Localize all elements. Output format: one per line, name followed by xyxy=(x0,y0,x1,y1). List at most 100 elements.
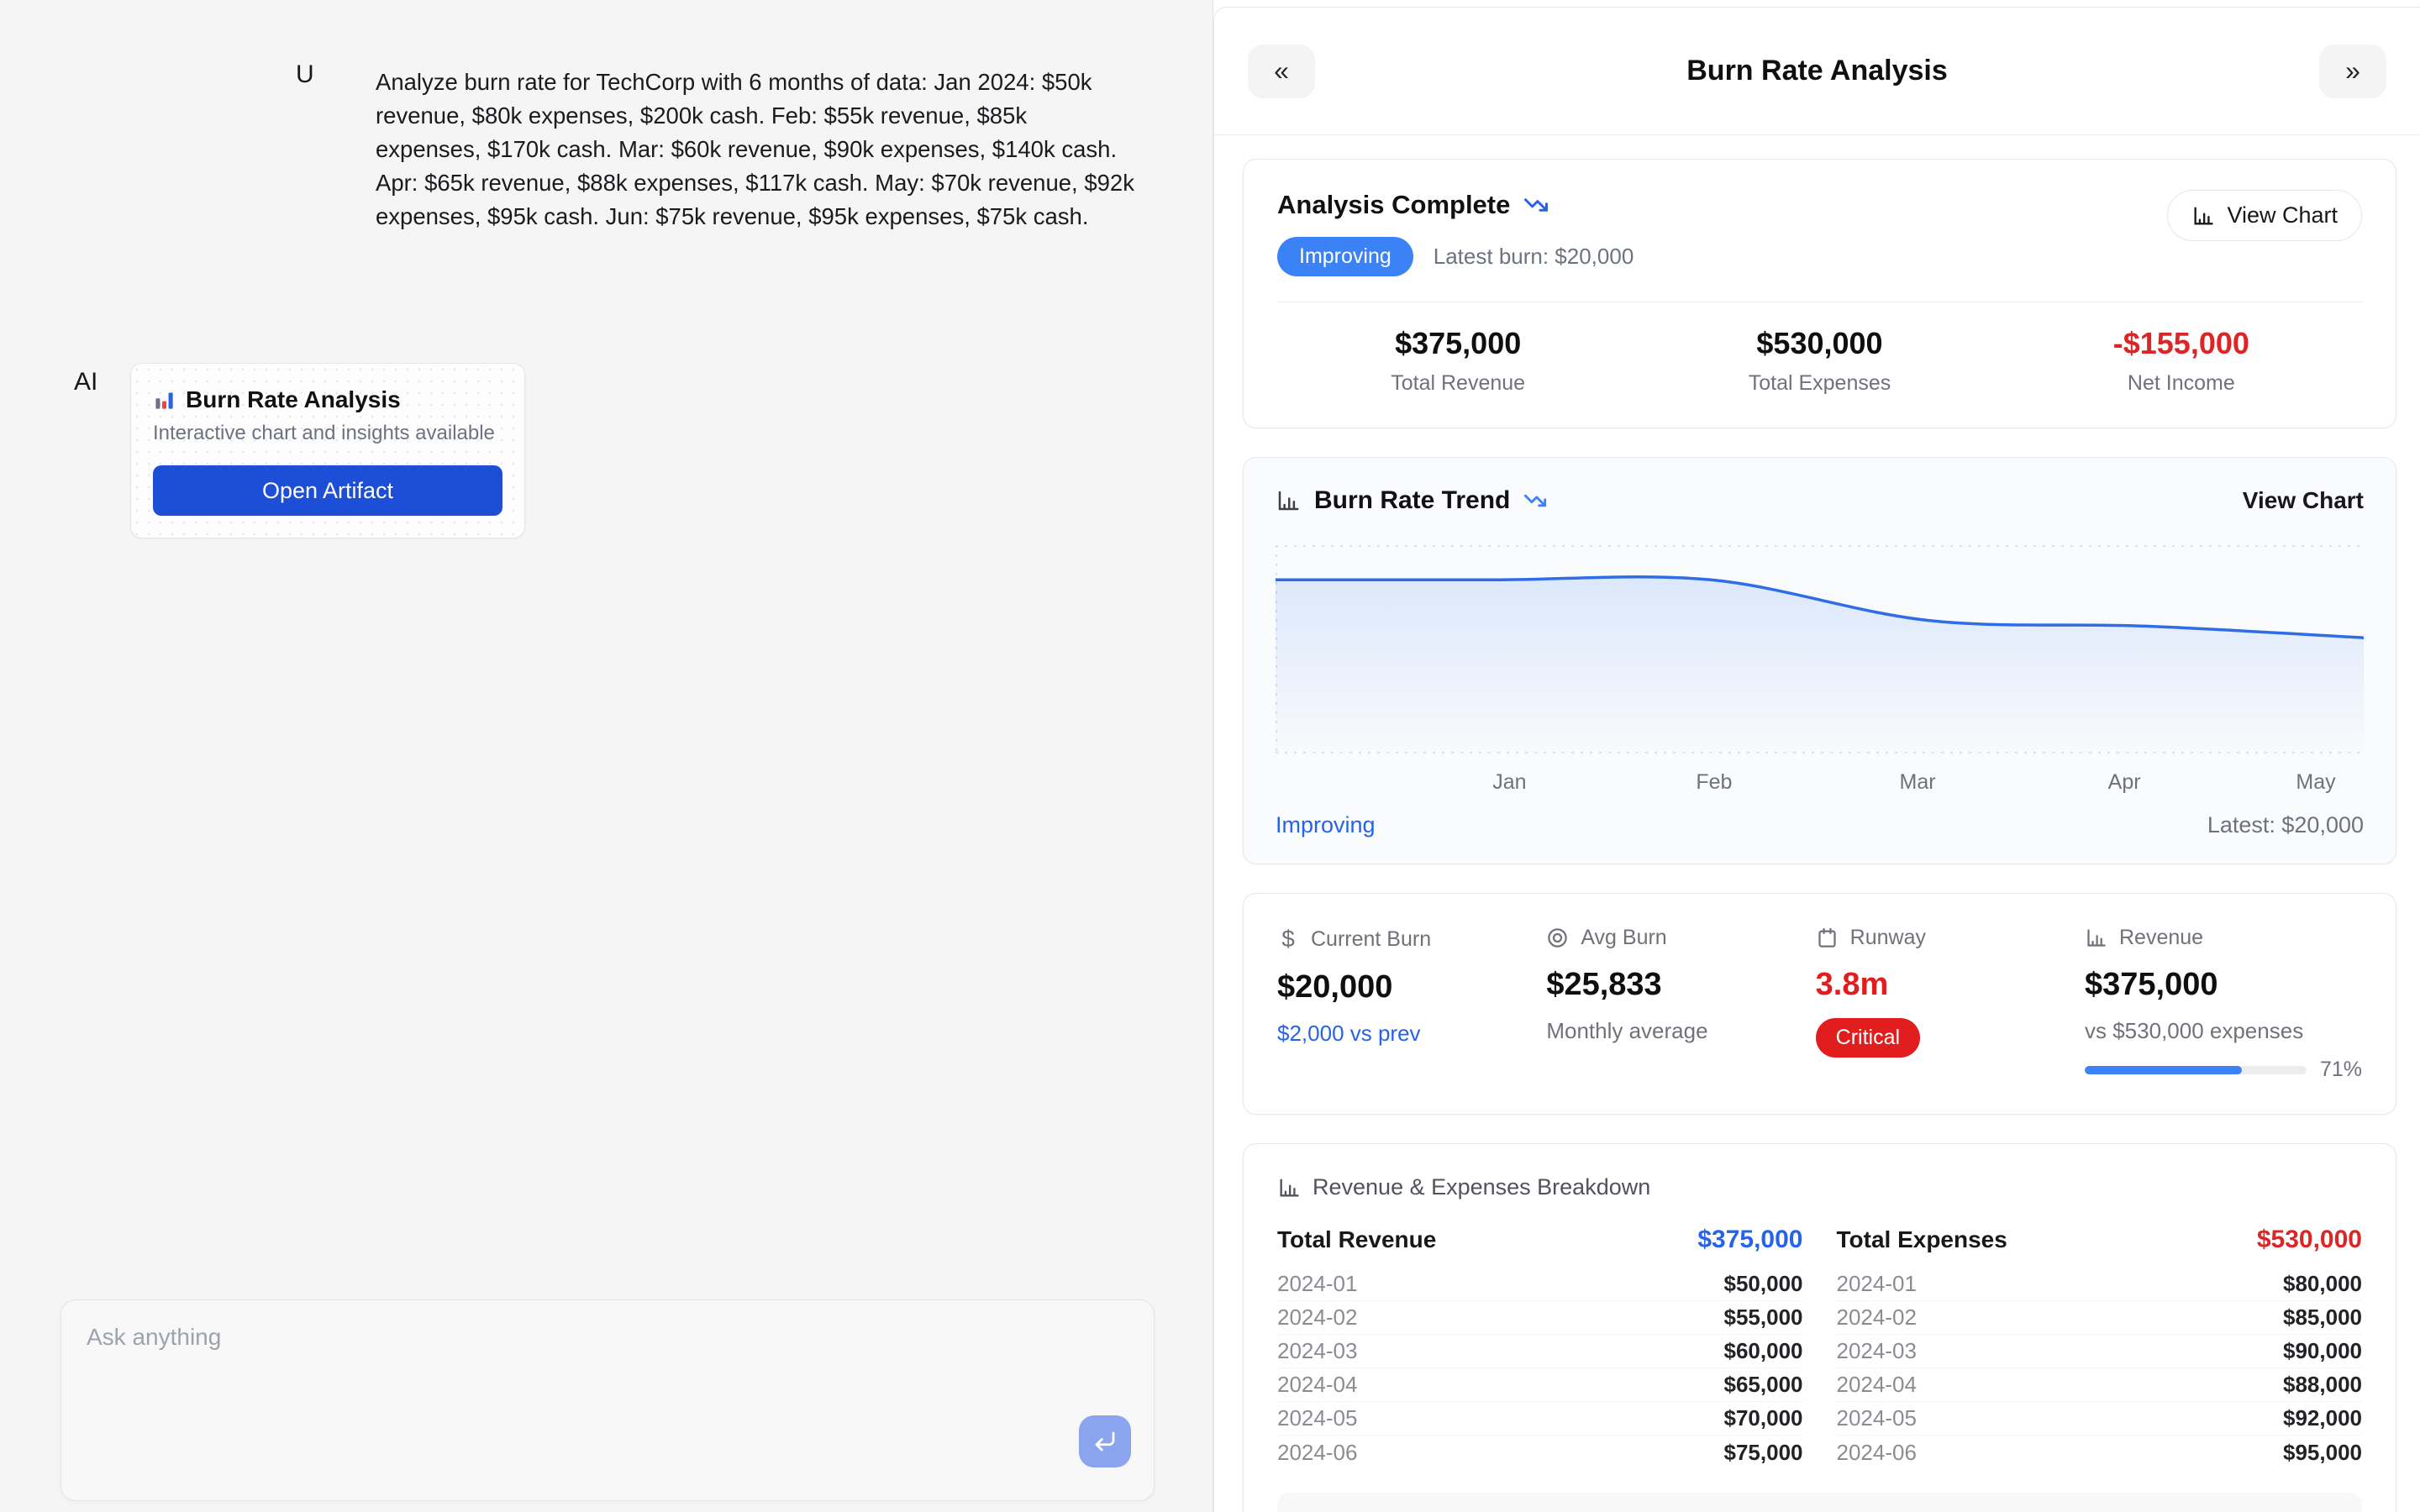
burn-rate-trend-card: Burn Rate Trend View Chart xyxy=(1243,457,2396,864)
net-income-label: Net Income xyxy=(2001,371,2362,396)
send-button[interactable] xyxy=(1079,1415,1131,1467)
breakdown-card: Revenue & Expenses Breakdown Total Reven… xyxy=(1243,1143,2396,1512)
expenses-column: Total Expenses $530,000 2024-01 $80,000 2… xyxy=(1837,1226,2363,1469)
row-value: $75,000 xyxy=(1724,1440,1803,1466)
total-revenue-label: Total Revenue xyxy=(1277,371,1639,396)
revenue-metric: Revenue $375,000 vs $530,000 expenses 71… xyxy=(2085,926,2362,1082)
net-income-stat: -$155,000 Net Income xyxy=(2001,326,2362,396)
row-value: $50,000 xyxy=(1724,1271,1803,1297)
runway-metric: Runway 3.8m Critical xyxy=(1816,926,2085,1082)
row-value: $55,000 xyxy=(1724,1305,1803,1331)
table-row: 2024-02$85,000 xyxy=(1837,1301,2363,1335)
row-month: 2024-06 xyxy=(1837,1440,1917,1466)
revenue-label: Revenue xyxy=(2119,926,2203,950)
table-row: 2024-03 $60,000 xyxy=(1277,1335,1803,1368)
bar-chart-icon xyxy=(1277,1176,1301,1200)
view-chart-button[interactable]: View Chart xyxy=(2167,190,2362,241)
panel-header: « Burn Rate Analysis » xyxy=(1214,8,2420,135)
expenses-total-value: $530,000 xyxy=(2257,1226,2362,1254)
x-tick-apr: Apr xyxy=(2108,770,2141,795)
row-value: $70,000 xyxy=(1724,1405,1803,1431)
row-month: 2024-05 xyxy=(1837,1405,1917,1431)
analysis-summary-card: Analysis Complete Improving Latest burn:… xyxy=(1243,159,2396,428)
table-row: 2024-05 $92,000 xyxy=(1837,1402,2363,1436)
metrics-card: $ Current Burn $20,000 $2,000 vs prev Av… xyxy=(1243,893,2396,1115)
x-tick-mar: Mar xyxy=(1900,770,1936,795)
row-month: 2024-04 xyxy=(1837,1372,1917,1398)
bar-chart-icon xyxy=(2191,204,2215,228)
view-chart-label: View Chart xyxy=(2227,202,2338,228)
trend-status-text: Improving xyxy=(1276,812,1376,838)
latest-burn-text: Latest burn: $20,000 xyxy=(1434,244,1634,270)
row-value: $88,000 xyxy=(2283,1372,2362,1398)
total-revenue-stat: $375,000 Total Revenue xyxy=(1277,326,1639,396)
improving-badge: Improving xyxy=(1277,237,1413,276)
row-month: 2024-06 xyxy=(1277,1440,1357,1466)
net-income-value: -$155,000 xyxy=(2001,326,2362,361)
user-avatar-label: U xyxy=(296,60,314,89)
row-value: $90,000 xyxy=(2283,1338,2362,1364)
avg-burn-metric: Avg Burn $25,833 Monthly average xyxy=(1546,926,1815,1082)
total-expenses-stat: $530,000 Total Expenses xyxy=(1639,326,2000,396)
chat-input[interactable] xyxy=(61,1300,1154,1435)
target-icon xyxy=(1546,927,1569,949)
revenue-total-label: Total Revenue xyxy=(1277,1226,1436,1253)
row-month: 2024-01 xyxy=(1277,1271,1357,1297)
avg-burn-value: $25,833 xyxy=(1546,967,1815,1003)
table-row: 2024-06 $95,000 xyxy=(1837,1436,2363,1469)
total-expenses-label: Total Expenses xyxy=(1639,371,2000,396)
expenses-total-label: Total Expenses xyxy=(1837,1226,2007,1253)
expand-panel-button[interactable]: » xyxy=(2319,45,2386,98)
panel-title: Burn Rate Analysis xyxy=(1686,55,1948,87)
artifact-panel: « Burn Rate Analysis » Analysis Complete xyxy=(1213,7,2420,1512)
bar-chart-icon xyxy=(2085,927,2107,949)
table-row: 2024-06 $75,000 xyxy=(1277,1436,1803,1469)
critical-badge: Critical xyxy=(1816,1018,1920,1058)
x-tick-feb: Feb xyxy=(1696,770,1732,795)
revenue-progress: 71% xyxy=(2085,1058,2362,1082)
runway-label: Runway xyxy=(1850,926,1926,950)
total-expenses-value: $530,000 xyxy=(1639,326,2000,361)
row-month: 2024-01 xyxy=(1837,1271,1917,1297)
table-row: 2024-01 $80,000 xyxy=(1837,1268,2363,1301)
artifact-card: Burn Rate Analysis Interactive chart and… xyxy=(130,363,525,538)
row-month: 2024-02 xyxy=(1277,1305,1357,1331)
row-month: 2024-03 xyxy=(1837,1338,1917,1364)
open-artifact-button[interactable]: Open Artifact xyxy=(153,465,502,516)
trend-view-chart-link[interactable]: View Chart xyxy=(2243,487,2364,514)
table-row: 2024-04$65,000 xyxy=(1277,1368,1803,1402)
row-value: $92,000 xyxy=(2283,1405,2362,1431)
avg-burn-sub: Monthly average xyxy=(1546,1018,1815,1044)
current-burn-metric: $ Current Burn $20,000 $2,000 vs prev xyxy=(1277,926,1546,1082)
collapse-panel-button[interactable]: « xyxy=(1248,45,1315,98)
table-row: 2024-03 $90,000 xyxy=(1837,1335,2363,1368)
bar-chart-emoji-icon xyxy=(153,389,176,412)
row-value: $60,000 xyxy=(1724,1338,1803,1364)
artifact-title: Burn Rate Analysis xyxy=(186,386,401,413)
current-burn-value: $20,000 xyxy=(1277,969,1546,1005)
runway-value: 3.8m xyxy=(1816,967,2085,1003)
progress-track xyxy=(2085,1066,2307,1074)
table-row: 2024-02 $55,000 xyxy=(1277,1301,1803,1335)
avg-burn-label: Avg Burn xyxy=(1581,926,1666,950)
x-tick-may: May xyxy=(2296,770,2335,795)
chat-input-box[interactable] xyxy=(60,1299,1155,1501)
progress-label: 71% xyxy=(2320,1058,2362,1082)
table-row: 2024-05 $70,000 xyxy=(1277,1402,1803,1436)
row-month: 2024-03 xyxy=(1277,1338,1357,1364)
trend-latest-text: Latest: $20,000 xyxy=(2207,812,2364,838)
revenue-sub: vs $530,000 expenses xyxy=(2085,1018,2362,1044)
user-message: Analyze burn rate for TechCorp with 6 mo… xyxy=(376,66,1136,234)
burn-trend-chart xyxy=(1276,545,2364,753)
revenue-column: Total Revenue $375,000 2024-01$50,000 20… xyxy=(1277,1226,1803,1469)
row-month: 2024-04 xyxy=(1277,1372,1357,1398)
revenue-value: $375,000 xyxy=(2085,967,2362,1003)
row-value: $80,000 xyxy=(2283,1271,2362,1297)
artifact-panel-wrap: « Burn Rate Analysis » Analysis Complete xyxy=(1213,0,2420,1512)
chart-x-axis: Jan Feb Mar Apr May xyxy=(1276,760,2364,797)
net-income-box: Net Income -$155,000 Loss-making over th… xyxy=(1277,1493,2362,1512)
row-value: $95,000 xyxy=(2283,1440,2362,1466)
row-month: 2024-05 xyxy=(1277,1405,1357,1431)
trending-down-icon xyxy=(1523,192,1549,218)
x-tick-jan: Jan xyxy=(1492,770,1526,795)
